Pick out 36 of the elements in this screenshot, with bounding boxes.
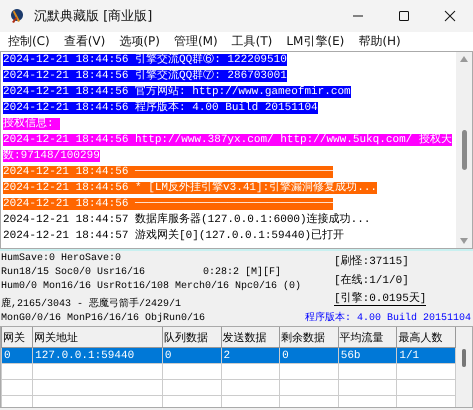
- counter-text: [刷怪:37115]: [334, 254, 409, 268]
- table-cell: 0: [2, 348, 33, 364]
- table-cell: 56b: [338, 348, 397, 364]
- menu-item[interactable]: 控制(C): [4, 32, 54, 51]
- table-cell: 1/1: [396, 348, 456, 364]
- status-text: 鹿,2165/3043 - 恶魔弓箭手/2429/1: [1, 296, 182, 310]
- menu-item[interactable]: 工具(T): [228, 32, 276, 51]
- column-header[interactable]: 最高人数: [396, 327, 456, 348]
- column-header[interactable]: 发送数据: [221, 327, 280, 348]
- table-row[interactable]: 0 127.0.0.1:59440 0 2 0 56b 1/1: [2, 348, 456, 364]
- menu-item[interactable]: 查看(V): [60, 32, 110, 51]
- column-header[interactable]: 队列数据: [162, 327, 222, 348]
- menu-item[interactable]: 帮助(H): [354, 32, 405, 51]
- window-title: 沉默典藏版 [商业版]: [34, 8, 152, 25]
- app-icon: [8, 7, 26, 25]
- status-text: Run18/15 Soc0/0 Usr16/16: [1, 267, 146, 278]
- table-cell: 2: [221, 348, 280, 364]
- status-text: Hum0/0 Mon16/16 UsrRot16/108 Merch0/16 Npc0/16 (0): [1, 281, 302, 292]
- counter-text: [引擎:0.0195天]: [334, 290, 426, 306]
- version-text: 程序版本: 4.00 Build 20151104: [304, 310, 471, 324]
- status-text: MonG0/0/16 MonP16/16/16 ObjRun0/16: [1, 313, 206, 324]
- table-cell: 0: [280, 348, 338, 364]
- table-cell: 127.0.0.1:59440: [32, 348, 162, 364]
- menu-item[interactable]: 管理(M): [170, 32, 222, 51]
- scrollbar[interactable]: [456, 52, 472, 248]
- column-header[interactable]: 剩余数据: [280, 327, 338, 348]
- menu-item[interactable]: 选项(P): [115, 32, 164, 51]
- status-text: HumSave:0 HeroSave:0: [1, 252, 122, 264]
- menu-item[interactable]: LM引擎(E): [282, 32, 348, 51]
- column-header[interactable]: 网关: [2, 327, 33, 348]
- column-header[interactable]: 平均流量: [338, 327, 397, 348]
- table-cell: 0: [162, 348, 222, 364]
- counter-text: [在线:1/1/0]: [334, 273, 409, 287]
- timer-text: 0:28:2 [M][F]: [203, 267, 282, 278]
- column-header[interactable]: 网关地址: [32, 327, 162, 348]
- scrollbar[interactable]: [456, 327, 472, 407]
